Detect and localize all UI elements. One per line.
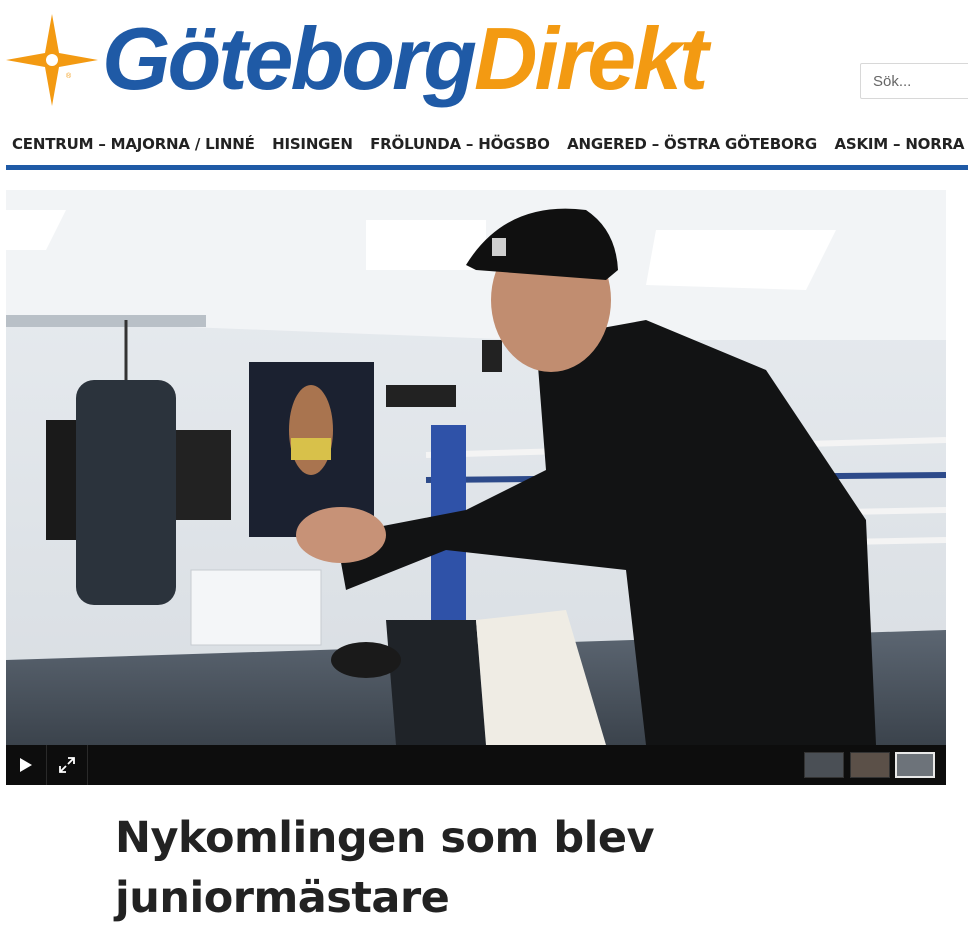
- main-nav: CENTRUM – MAJORNA / LINNÉ HISINGEN FRÖLU…: [0, 128, 968, 166]
- article-headline: Nykomlingen som blev juniormästare: [115, 813, 655, 923]
- control-divider: [87, 745, 88, 785]
- nav-item-hisingen[interactable]: HISINGEN: [272, 128, 353, 160]
- media-controls: [6, 745, 946, 785]
- compass-star-icon: ®: [6, 14, 98, 106]
- play-icon: [20, 758, 32, 772]
- nav-item-frolunda[interactable]: FRÖLUNDA – HÖGSBO: [370, 128, 550, 160]
- search-input[interactable]: [860, 63, 968, 99]
- nav-item-askim[interactable]: ASKIM – NORRA HALL: [834, 128, 968, 160]
- site-header: ® GöteborgDirekt: [0, 0, 968, 125]
- fullscreen-button[interactable]: [47, 745, 87, 785]
- site-logo[interactable]: ® GöteborgDirekt: [6, 8, 708, 118]
- logo-part-goteborg: Göteborg: [102, 9, 477, 108]
- svg-text:®: ®: [66, 72, 72, 80]
- gallery-thumbnail-2[interactable]: [850, 752, 890, 778]
- expand-icon: [59, 757, 75, 773]
- article-photo[interactable]: [6, 190, 946, 745]
- nav-item-centrum[interactable]: CENTRUM – MAJORNA / LINNÉ: [12, 128, 255, 160]
- logo-part-direkt: Direkt: [473, 9, 708, 108]
- gallery-thumbnail-3[interactable]: [895, 752, 935, 778]
- gallery-thumbnail-1[interactable]: [804, 752, 844, 778]
- media-gallery[interactable]: [6, 190, 946, 785]
- logo-wordmark: GöteborgDirekt: [102, 4, 708, 114]
- nav-item-angered[interactable]: ANGERED – ÖSTRA GÖTEBORG: [567, 128, 817, 160]
- nav-divider: [6, 165, 968, 170]
- play-button[interactable]: [6, 745, 46, 785]
